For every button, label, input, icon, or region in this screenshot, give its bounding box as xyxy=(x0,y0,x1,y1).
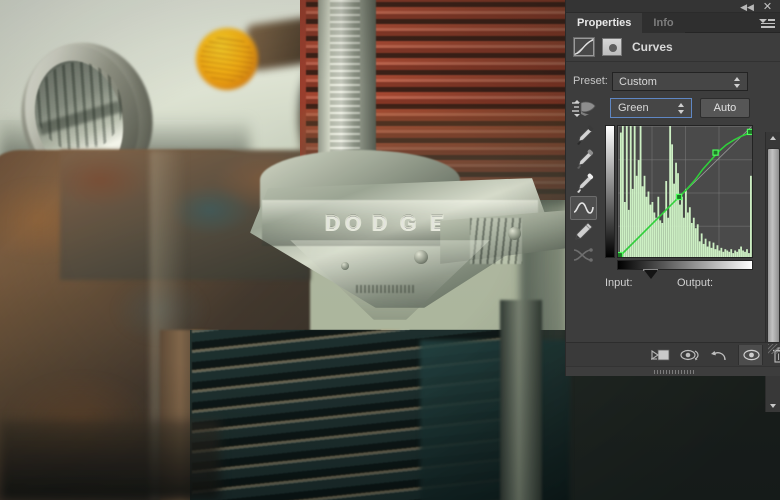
photoshop-workspace: D O D G E ◀◀ ✕ Properties Info Curves Pr… xyxy=(0,0,780,500)
smooth-curve-tool[interactable] xyxy=(570,244,597,268)
panel-footer-toolbar xyxy=(566,342,780,366)
preset-row: Preset: Custom xyxy=(566,72,756,92)
output-label: Output: xyxy=(677,277,714,289)
green-curve-path xyxy=(619,132,751,257)
badge-rivet-right xyxy=(508,227,521,240)
edit-points-curve-tool[interactable] xyxy=(570,196,597,220)
close-icon[interactable]: ✕ xyxy=(761,1,774,13)
badge-letter-d: D xyxy=(324,211,342,236)
pencil-draw-curve-tool[interactable] xyxy=(570,220,597,244)
properties-panel: ◀◀ ✕ Properties Info Curves Preset: Cust… xyxy=(565,0,780,412)
tab-properties[interactable]: Properties xyxy=(566,13,643,33)
input-gradient-bar xyxy=(617,260,753,270)
clip-to-layer-button[interactable] xyxy=(648,345,673,365)
curve-line xyxy=(618,126,752,257)
badge-fine-print xyxy=(356,285,416,293)
input-label: Input: xyxy=(605,277,633,289)
panel-bottom-edge xyxy=(566,366,780,376)
turn-signal-lens-ribs xyxy=(200,36,254,82)
grille-right-post xyxy=(500,300,542,500)
badge-letter-g: G xyxy=(399,211,418,236)
channel-row: Green Auto xyxy=(566,98,756,119)
lower-left-shadow xyxy=(0,420,220,500)
panel-drag-grip[interactable] xyxy=(654,370,694,374)
reset-adjustment-button[interactable] xyxy=(708,345,733,365)
toggle-layer-visibility-button[interactable] xyxy=(738,345,763,365)
page-title: Curves xyxy=(632,40,673,54)
tab-info[interactable]: Info xyxy=(642,13,685,33)
white-point-eyedropper-tool[interactable] xyxy=(570,172,597,196)
channel-select[interactable]: Green xyxy=(610,98,692,118)
chevron-updown-icon xyxy=(734,77,741,88)
input-output-readout: Input: Output: xyxy=(605,277,765,293)
output-gradient-bar xyxy=(605,125,615,258)
badge-rivet-center xyxy=(414,250,428,264)
layer-mask-thumbnail[interactable] xyxy=(602,38,622,56)
adjustment-header: Curves xyxy=(566,33,780,62)
badge-rivet-left xyxy=(341,262,349,270)
panel-menu-icon[interactable] xyxy=(759,17,775,29)
grille-shadow-right xyxy=(420,340,570,500)
badge-letter-d2: D xyxy=(371,211,389,236)
preset-label: Preset: xyxy=(573,75,608,87)
curve-plot-area[interactable] xyxy=(617,125,753,258)
auto-button[interactable]: Auto xyxy=(700,98,750,118)
scroll-up-icon[interactable] xyxy=(766,132,780,144)
curve-tool-column xyxy=(570,124,597,269)
view-previous-state-button[interactable] xyxy=(678,345,703,365)
gray-point-eyedropper-tool[interactable] xyxy=(570,148,597,172)
badge-letter-o: O xyxy=(344,211,363,236)
panel-titlebar: ◀◀ ✕ xyxy=(566,0,780,13)
panel-body: Preset: Custom Green Auto Input: Output: xyxy=(566,62,780,412)
black-point-eyedropper-tool[interactable] xyxy=(570,124,597,148)
panel-resize-grip[interactable] xyxy=(768,344,778,354)
preset-select[interactable]: Custom xyxy=(612,72,748,91)
input-gradient-wrap xyxy=(617,260,753,270)
curves-icon xyxy=(573,37,595,57)
collapse-to-icons-icon[interactable]: ◀◀ xyxy=(740,2,754,12)
chevron-updown-icon xyxy=(678,103,685,114)
curves-graph[interactable] xyxy=(605,124,780,279)
scrollbar-thumb[interactable] xyxy=(767,148,780,353)
scroll-down-icon[interactable] xyxy=(766,400,780,412)
curve-preset-options-icon[interactable] xyxy=(571,99,599,118)
panel-tab-strip: Properties Info xyxy=(566,13,780,33)
